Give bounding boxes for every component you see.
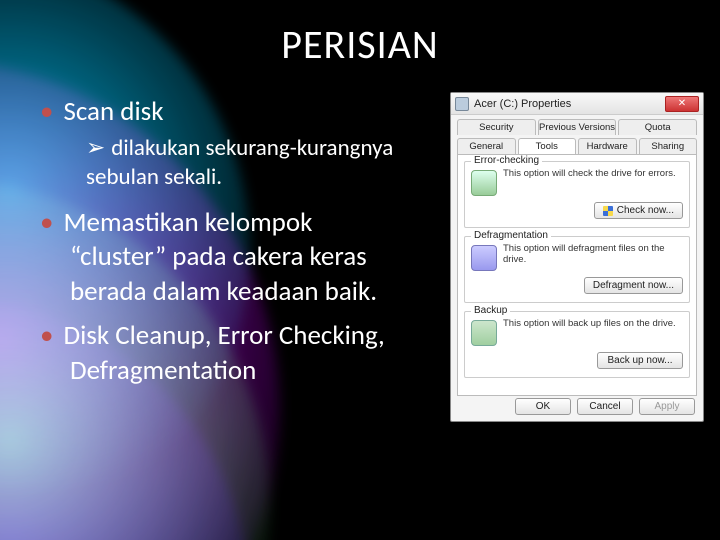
group-title: Defragmentation: [471, 230, 551, 241]
bullet-1-text: Scan disk: [63, 95, 163, 128]
check-disk-icon: [471, 170, 497, 196]
bullet-1: • Scan disk: [40, 95, 440, 128]
tab-tools[interactable]: Tools: [518, 138, 577, 154]
bullet-2-line1: Memastikan kelompok: [63, 206, 312, 239]
button-label: Defragment now...: [593, 280, 674, 291]
bullet-dot-icon: •: [40, 95, 53, 128]
bullet-2-line2: “cluster” pada cakera keras: [70, 240, 440, 275]
tab-quota[interactable]: Quota: [618, 119, 697, 135]
dialog-title: Acer (C:) Properties: [474, 98, 665, 110]
properties-dialog: Acer (C:) Properties ✕ Security Previous…: [450, 92, 704, 422]
close-button[interactable]: ✕: [665, 96, 699, 112]
tab-hardware[interactable]: Hardware: [578, 138, 637, 154]
sub-bullet-1: ➢dilakukan sekurang-kurangnya sebulan se…: [86, 134, 440, 192]
defragment-icon: [471, 245, 497, 271]
group-desc: This option will check the drive for err…: [503, 168, 676, 179]
bullet-3-line1: Disk Cleanup, Error Checking,: [63, 319, 384, 352]
bullet-dot-icon: •: [40, 206, 53, 239]
backup-icon: [471, 320, 497, 346]
group-defragmentation: Defragmentation This option will defragm…: [464, 236, 690, 303]
apply-button[interactable]: Apply: [639, 398, 695, 415]
ok-button[interactable]: OK: [515, 398, 571, 415]
tab-sharing[interactable]: Sharing: [639, 138, 698, 154]
tools-panel: Error-checking This option will check th…: [457, 154, 697, 396]
group-error-checking: Error-checking This option will check th…: [464, 161, 690, 228]
sub-bullet-1-text: dilakukan sekurang-kurangnya sebulan sek…: [86, 134, 393, 191]
bullet-3-line2: Defragmentation: [70, 354, 440, 389]
cancel-button[interactable]: Cancel: [577, 398, 633, 415]
tabs-row-bottom: General Tools Hardware Sharing: [451, 134, 703, 154]
dialog-titlebar[interactable]: Acer (C:) Properties ✕: [451, 93, 703, 115]
button-label: Check now...: [617, 205, 674, 216]
group-desc: This option will back up files on the dr…: [503, 318, 676, 329]
tabs-row-top: Security Previous Versions Quota: [451, 115, 703, 135]
bullet-3: • Disk Cleanup, Error Checking, Defragmen…: [40, 319, 440, 388]
tab-previous-versions[interactable]: Previous Versions: [538, 119, 617, 135]
defragment-now-button[interactable]: Defragment now...: [584, 277, 683, 294]
backup-now-button[interactable]: Back up now...: [597, 352, 683, 369]
dialog-buttons: OK Cancel Apply: [515, 398, 695, 415]
bullet-dot-icon: •: [40, 319, 53, 352]
arrow-icon: ➢: [86, 134, 105, 162]
tab-security[interactable]: Security: [457, 119, 536, 135]
group-desc: This option will defragment files on the…: [503, 243, 683, 266]
tab-general[interactable]: General: [457, 138, 516, 154]
button-label: Back up now...: [607, 355, 672, 366]
slide: PERISIAN • Scan disk ➢dilakukan sekurang-…: [0, 0, 720, 540]
check-now-button[interactable]: Check now...: [594, 202, 683, 219]
shield-icon: [603, 206, 613, 216]
group-title: Backup: [471, 305, 510, 316]
bullet-2: • Memastikan kelompok “cluster” pada cake…: [40, 206, 440, 310]
drive-icon: [455, 97, 469, 111]
slide-content: • Scan disk ➢dilakukan sekurang-kurangnya…: [40, 95, 440, 398]
bullet-2-line3: berada dalam keadaan baik.: [70, 275, 440, 310]
group-title: Error-checking: [471, 155, 542, 166]
slide-title: PERISIAN: [0, 20, 720, 69]
group-backup: Backup This option will back up files on…: [464, 311, 690, 378]
